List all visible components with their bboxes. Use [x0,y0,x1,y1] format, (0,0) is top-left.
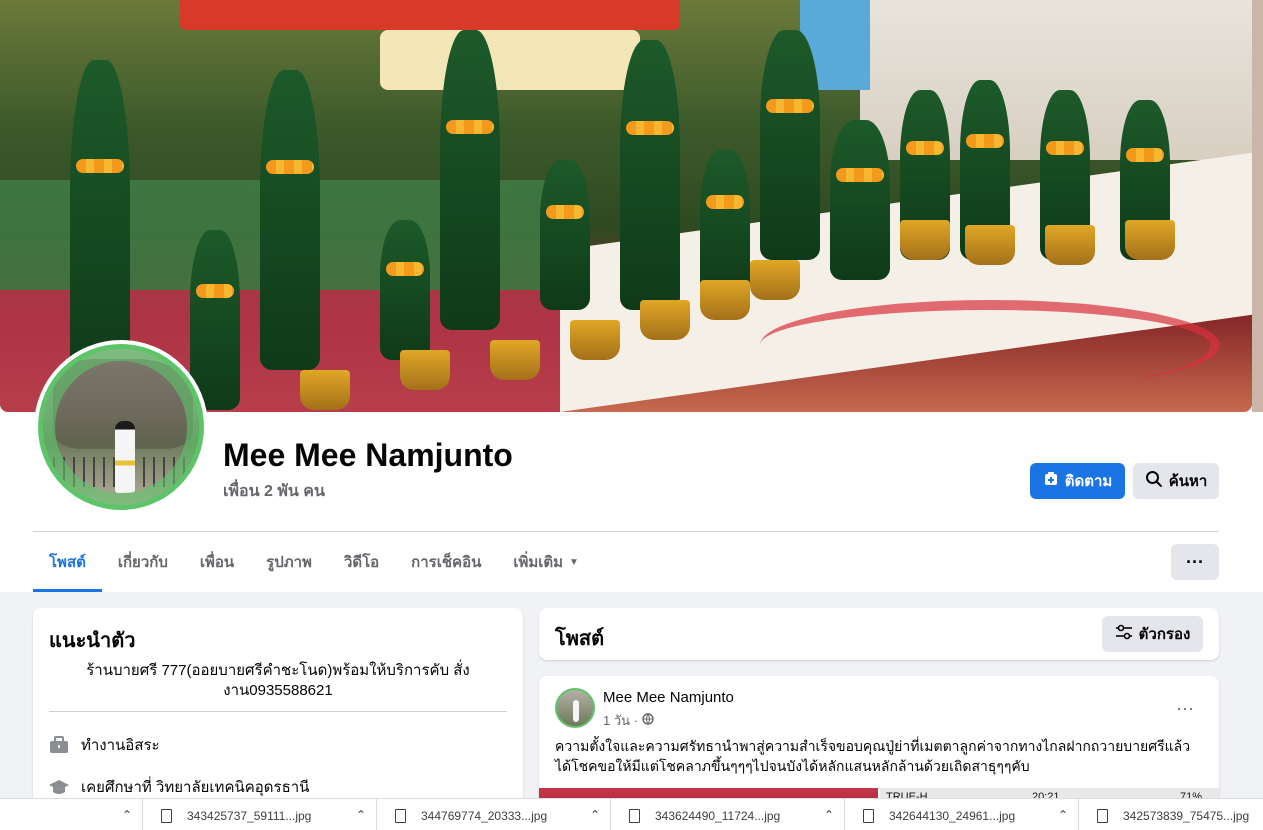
chevron-up-icon[interactable]: ⌃ [122,808,132,822]
caret-down-icon: ▼ [569,556,579,568]
filter-icon [1115,624,1133,644]
post-card: Mee Mee Namjunto 1 วัน · ··· ความตั้งใจแ… [539,676,1219,816]
tab-about[interactable]: เกี่ยวกับ [102,532,184,592]
post-author-avatar[interactable] [555,688,595,728]
friends-count[interactable]: เพื่อน 2 พัน คน [223,479,325,504]
follow-icon [1043,471,1059,491]
search-icon [1145,470,1163,492]
tab-posts[interactable]: โพสต์ [33,532,102,592]
download-bar: ⌃ 343425737_59111...jpg ⌃ 344769774_2033… [0,798,1263,830]
globe-icon [642,713,654,728]
file-icon [629,809,640,823]
profile-tabs: โพสต์ เกี่ยวกับ เพื่อน รูปภาพ วิดีโอ การ… [33,532,595,592]
profile-avatar[interactable] [34,340,208,514]
intro-work: ทำงานอิสระ [81,737,160,754]
download-item[interactable]: 342644130_24961...jpg ⌃ [845,799,1079,830]
follow-button[interactable]: ติดตาม [1030,463,1125,499]
tab-photos[interactable]: รูปภาพ [250,532,328,592]
briefcase-icon [49,735,69,755]
follow-label: ติดตาม [1064,473,1113,490]
intro-card: แนะนำตัว ร้านบายศรี 777(ออยบายศรีคำชะโนด… [33,608,523,808]
chevron-up-icon[interactable]: ⌃ [590,808,600,822]
download-filename: 343624490_11724...jpg [655,809,781,823]
filter-button[interactable]: ตัวกรอง [1102,616,1203,652]
filter-label: ตัวกรอง [1138,626,1191,643]
intro-title: แนะนำตัว [49,630,136,652]
tab-friends[interactable]: เพื่อน [184,532,250,592]
download-filename: 343425737_59111...jpg [187,809,312,823]
post-options-button[interactable]: ··· [1167,690,1203,726]
more-icon: ··· [1186,551,1204,572]
tab-videos[interactable]: วิดีโอ [328,532,395,592]
post-time[interactable]: 1 วัน · [603,710,638,731]
intro-divider [49,711,507,712]
graduation-cap-icon [49,777,69,797]
post-meta: 1 วัน · [603,710,654,731]
file-icon [863,809,874,823]
download-filename: 342644130_24961...jpg [889,809,1016,823]
intro-bio: ร้านบายศรี 777(ออยบายศรีคำชะโนด)พร้อมให้… [86,662,470,699]
file-icon [395,809,406,823]
intro-education: เคยศึกษาที่ วิทยาลัยเทคนิคอุดรธานี [81,779,310,796]
intro-education-row: เคยศึกษาที่ วิทยาลัยเทคนิคอุดรธานี [49,775,309,799]
post-text: ความตั้งใจและความศรัทธานำพาสู่ความสำเร็จ… [555,738,1191,774]
posts-title: โพสต์ [555,628,605,650]
cover-photo[interactable] [0,0,1252,412]
chevron-up-icon[interactable]: ⌃ [824,808,834,822]
download-filename: 344769774_20333...jpg [421,809,548,823]
tab-checkins[interactable]: การเช็คอิน [395,532,497,592]
posts-header-card: โพสต์ ตัวกรอง [539,608,1219,660]
search-button[interactable]: ค้นหา [1133,463,1219,499]
more-options-button[interactable]: ··· [1171,544,1219,580]
download-shelf-start: ⌃ [0,799,143,830]
file-icon [161,809,172,823]
download-item[interactable]: 343624490_11724...jpg ⌃ [611,799,845,830]
download-item[interactable]: 342573839_75475...jpg [1079,799,1263,830]
download-item[interactable]: 344769774_20333...jpg ⌃ [377,799,611,830]
post-author-name[interactable]: Mee Mee Namjunto [603,689,734,706]
download-filename: 342573839_75475...jpg [1123,809,1250,823]
intro-work-row: ทำงานอิสระ [49,733,160,757]
file-icon [1097,809,1108,823]
search-label: ค้นหา [1168,473,1208,490]
profile-name: Mee Mee Namjunto [223,437,513,473]
more-icon: ··· [1176,697,1194,718]
chevron-up-icon[interactable]: ⌃ [1058,808,1068,822]
tab-more[interactable]: เพิ่มเติม ▼ [497,532,595,592]
download-item[interactable]: 343425737_59111...jpg ⌃ [143,799,377,830]
chevron-up-icon[interactable]: ⌃ [356,808,366,822]
